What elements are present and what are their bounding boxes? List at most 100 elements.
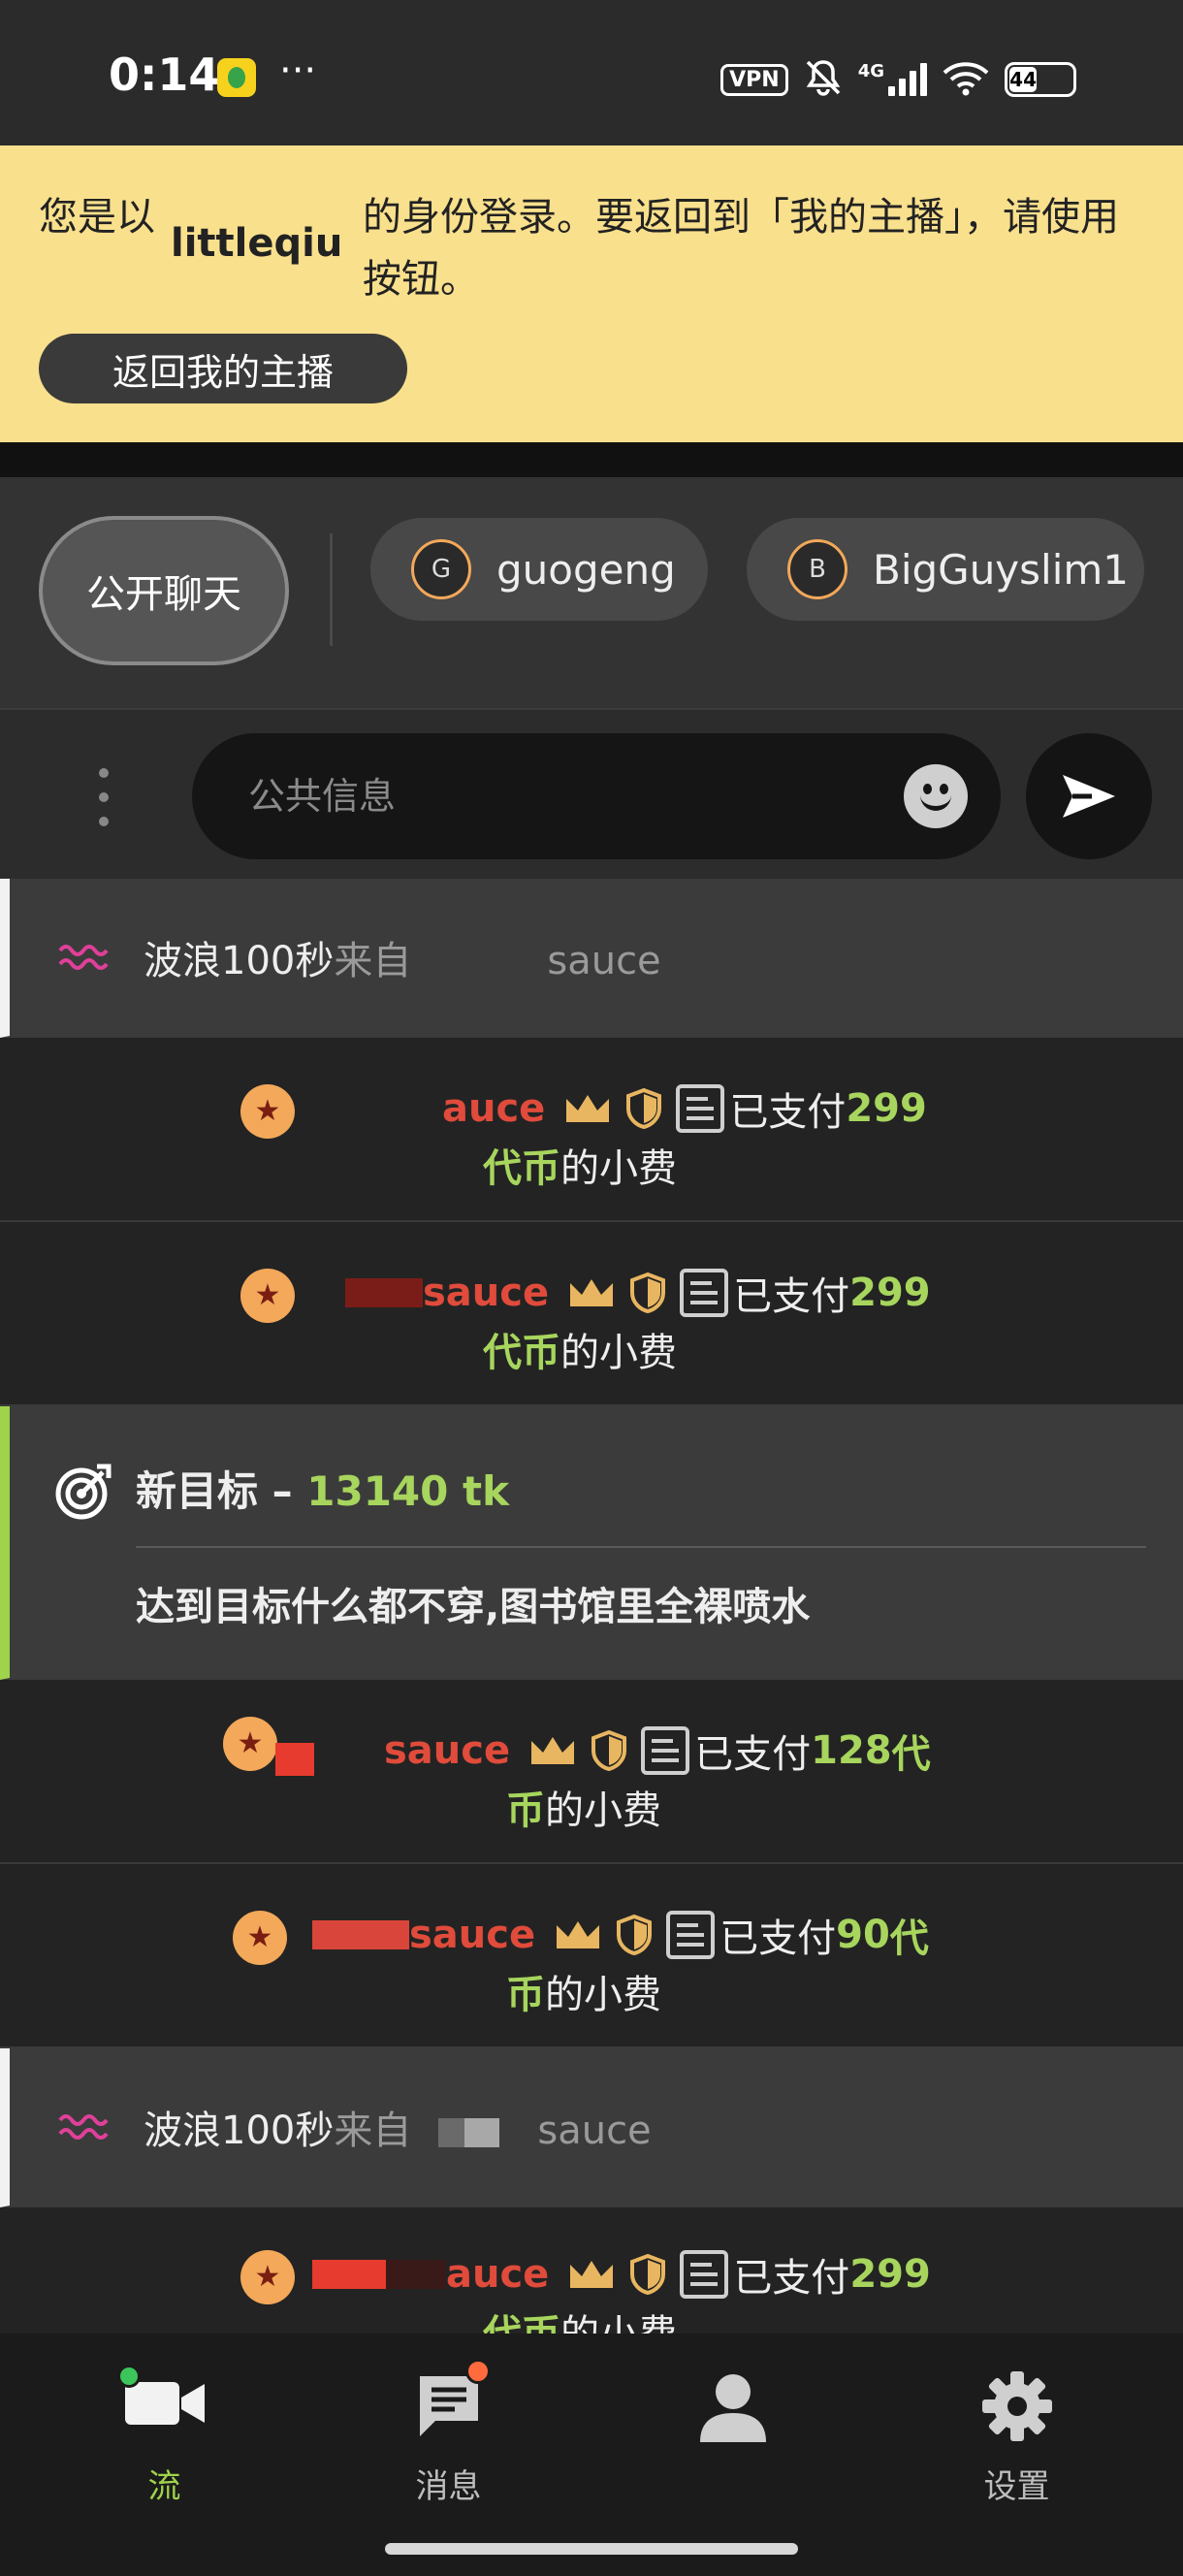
tip-line-2: 代币的小费	[483, 2302, 677, 2334]
shield-icon	[592, 1729, 627, 1772]
tipper-username[interactable]: sauce	[423, 1271, 549, 1315]
ledger-icon	[680, 2250, 729, 2299]
login-as-banner: 您是以 littleqiu 的身份登录。要返回到「我的主播」，请使用按钮。 返回…	[0, 145, 1183, 442]
nav-profile[interactable]	[585, 2334, 880, 2528]
ledger-icon	[641, 1726, 690, 1775]
tip-line-2: 币的小费	[506, 1779, 661, 1835]
goal-title-prefix: 新目标 –	[136, 1467, 307, 1515]
tab-user-label: BigGuyslim1	[873, 545, 1130, 594]
wave-username: sauce	[537, 2109, 652, 2153]
mute-icon	[802, 58, 845, 101]
home-indicator[interactable]	[385, 2543, 798, 2555]
tip-message: ★ auce 已支付299 代币的小费	[0, 1038, 1183, 1222]
wave-from: 来自	[334, 2109, 412, 2153]
tip-message: ★ sauce 已支付 128 代 币的小费	[0, 1680, 1183, 1864]
tipper-username[interactable]: auce	[442, 1086, 545, 1131]
star-badge-icon: ★	[223, 1717, 277, 1771]
redaction	[411, 949, 547, 978]
tip-suffix: 的小费	[545, 1788, 661, 1833]
tip-line: sauce 已支付 128 代	[275, 1723, 931, 1779]
tip-suffix: 的小费	[545, 1973, 661, 2017]
wave-from: 来自	[334, 939, 412, 983]
network-type: 4G	[857, 60, 884, 81]
bottom-navigation: 流 消息 设置	[0, 2334, 1183, 2528]
wave-icon	[58, 945, 109, 970]
goal-description: 达到目标什么都不穿,图书馆里全裸喷水	[136, 1585, 811, 1629]
tip-unit: 代币	[483, 1146, 560, 1191]
tip-suffix: 的小费	[560, 1331, 677, 1375]
tip-line: auce 已支付 299	[312, 2246, 931, 2302]
ledger-icon	[666, 1911, 716, 1959]
chat-feed[interactable]: 波浪100秒来自 sauce ★ auce 已支付 299 代币的小费 ★ sauc…	[0, 879, 1183, 2334]
tab-user-guogeng[interactable]: G guogeng	[370, 518, 708, 621]
goal-divider	[136, 1546, 1146, 1548]
live-status-dot	[117, 2365, 141, 2388]
tab-user-bigguyslim[interactable]: B BigGuyslim1	[747, 518, 1144, 621]
battery-level: 44	[1009, 67, 1038, 92]
shield-icon	[626, 1087, 662, 1130]
nav-stream-label: 流	[147, 2467, 181, 2506]
person-icon	[699, 2374, 766, 2442]
wave-label: 波浪100秒	[144, 939, 335, 983]
wifi-icon	[941, 59, 991, 100]
tipper-username[interactable]: sauce	[384, 1728, 510, 1773]
tip-paid-label: 已支付	[733, 2256, 850, 2301]
tip-suffix: 的小费	[560, 1146, 677, 1191]
tip-unit: 代币	[483, 2312, 560, 2334]
nav-settings[interactable]: 设置	[869, 2334, 1165, 2528]
crown-icon	[570, 1279, 614, 1306]
nav-stream[interactable]: 流	[16, 2334, 312, 2528]
tab-user-label: guogeng	[496, 545, 676, 594]
emoji-icon[interactable]	[904, 764, 968, 828]
status-bar: 0:14 ··· VPN 4G 44	[0, 0, 1183, 145]
nav-messages-label: 消息	[415, 2467, 482, 2506]
send-icon	[1063, 775, 1115, 818]
tip-unit-second: 币	[506, 1788, 545, 1833]
tip-amount: 128	[811, 1728, 892, 1773]
more-options-icon[interactable]	[87, 768, 120, 826]
star-badge-icon: ★	[240, 2250, 295, 2304]
more-notifications-icon: ···	[279, 48, 317, 93]
redaction	[345, 1278, 423, 1307]
tip-line: sauce 已支付 90 代	[312, 1907, 929, 1963]
crown-icon	[570, 2261, 614, 2288]
tip-unit-first: 代	[891, 1732, 931, 1777]
wave-text: 波浪100秒来自 sauce	[144, 929, 661, 985]
nav-messages[interactable]: 消息	[301, 2334, 596, 2528]
goal-title: 新目标 – 13140 tk	[136, 1459, 509, 1518]
public-message-input[interactable]	[246, 733, 867, 859]
tip-unit-second: 币	[506, 1973, 545, 2017]
tip-amount: 90	[836, 1913, 890, 1957]
signal-icon	[888, 63, 927, 96]
shield-icon	[630, 2253, 666, 2296]
tip-amount: 299	[849, 2252, 931, 2297]
tab-divider	[330, 533, 333, 646]
redaction	[386, 2260, 446, 2289]
return-to-my-broadcaster-button[interactable]: 返回我的主播	[39, 334, 407, 403]
tip-message: ★ sauce 已支付 90 代 币的小费	[0, 1864, 1183, 2048]
battery-icon: 44	[1005, 62, 1076, 97]
message-input-container	[192, 733, 1001, 859]
tip-line: auce 已支付 299	[442, 1080, 927, 1137]
tip-amount: 299	[846, 1086, 927, 1131]
wave-label: 波浪100秒	[144, 2109, 335, 2153]
unread-badge	[465, 2359, 491, 2384]
wave-event: 波浪100秒来自 sauce	[0, 2048, 1183, 2207]
tip-line-2: 币的小费	[506, 1963, 661, 2019]
tip-paid-label: 已支付	[733, 1274, 850, 1319]
tip-line: sauce 已支付 299	[345, 1265, 931, 1321]
wave-username: sauce	[547, 939, 661, 983]
gear-icon	[981, 2371, 1052, 2441]
ledger-icon	[676, 1084, 725, 1133]
tab-public-chat[interactable]: 公开聊天	[39, 516, 289, 665]
app-icon	[217, 58, 256, 97]
star-badge-icon: ★	[240, 1084, 295, 1139]
tip-message: ★ auce 已支付299 代币的小费	[0, 2207, 1183, 2334]
tipper-username[interactable]: sauce	[409, 1913, 535, 1957]
tipper-username[interactable]: auce	[446, 2252, 549, 2297]
banner-text-prefix: 您是以	[39, 195, 155, 240]
send-button[interactable]	[1026, 733, 1152, 859]
ledger-icon	[680, 1269, 729, 1317]
redaction	[421, 2118, 509, 2147]
banner-username: littleqiu	[171, 221, 343, 266]
